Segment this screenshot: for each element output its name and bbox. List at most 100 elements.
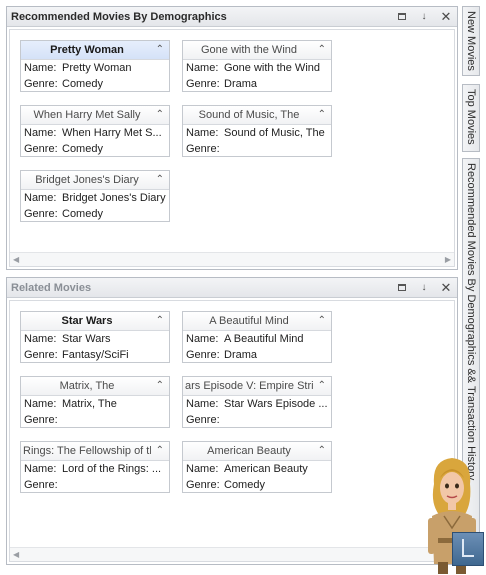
name-label: Name: <box>186 62 219 74</box>
horizontal-scrollbar[interactable]: ◀ ▶ <box>10 547 454 561</box>
card-title: Pretty Woman <box>50 44 124 56</box>
name-value: Bridget Jones's Diary <box>62 192 166 204</box>
chevron-up-icon[interactable]: ⌃ <box>156 174 164 185</box>
card-header[interactable]: A Beautiful Mind ⌃ <box>183 312 331 331</box>
scroll-left-icon[interactable]: ◀ <box>13 255 19 264</box>
chevron-up-icon[interactable]: ⌃ <box>156 380 164 391</box>
name-label: Name: <box>186 127 219 139</box>
card-header[interactable]: ars Episode V: Empire Strik ⌃ <box>183 377 331 396</box>
genre-label: Genre: <box>24 208 58 220</box>
card-title: Rings: The Fellowship of th <box>23 445 151 457</box>
panel-title: Related Movies <box>11 281 92 294</box>
name-label: Name: <box>24 62 57 74</box>
name-label: Name: <box>24 192 57 204</box>
name-label: Name: <box>24 398 57 410</box>
tab-label: Recommended Movies By Demographics && Tr… <box>465 163 477 481</box>
card-header[interactable]: When Harry Met Sally ⌃ <box>21 106 169 125</box>
panel-title: Recommended Movies By Demographics <box>11 10 227 23</box>
tab-label: Top Movies <box>465 89 477 145</box>
genre-label: Genre: <box>186 143 220 155</box>
card-header[interactable]: American Beauty ⌃ <box>183 442 331 461</box>
name-value: Star Wars Episode ... <box>224 398 328 410</box>
tab-top-movies[interactable]: Top Movies <box>462 84 480 152</box>
card-title: American Beauty <box>207 445 291 457</box>
recommended-panel-header[interactable]: Recommended Movies By Demographics ↓ ✕ <box>7 7 457 27</box>
genre-label: Genre: <box>186 78 220 90</box>
movie-card[interactable]: Gone with the Wind ⌃ Name: Gone with the … <box>182 40 332 92</box>
name-value: Pretty Woman <box>62 62 132 74</box>
chevron-up-icon[interactable]: ⌃ <box>318 109 326 120</box>
card-title: A Beautiful Mind <box>209 315 289 327</box>
pin-icon[interactable]: ↓ <box>413 279 435 297</box>
genre-value: Comedy <box>62 78 103 90</box>
movie-card[interactable]: Bridget Jones's Diary ⌃ Name: Bridget Jon… <box>20 170 170 222</box>
genre-label: Genre: <box>24 78 58 90</box>
name-value: Star Wars <box>62 333 111 345</box>
pin-icon[interactable]: ↓ <box>413 8 435 26</box>
horizontal-scrollbar[interactable]: ◀ ▶ <box>10 252 454 266</box>
card-title: Bridget Jones's Diary <box>35 174 139 186</box>
movie-card[interactable]: Rings: The Fellowship of th ⌃ Name: Lord … <box>20 441 170 493</box>
chevron-up-icon[interactable]: ⌃ <box>318 315 326 326</box>
card-title: When Harry Met Sally <box>33 109 141 121</box>
chevron-up-icon[interactable]: ⌃ <box>156 315 164 326</box>
close-icon[interactable]: ✕ <box>435 279 457 297</box>
genre-label: Genre: <box>24 414 58 426</box>
card-header[interactable]: Gone with the Wind ⌃ <box>183 41 331 60</box>
name-value: American Beauty <box>224 463 308 475</box>
chevron-up-icon[interactable]: ⌃ <box>318 445 326 456</box>
recommended-cards-area: Pretty Woman ⌃ Name: Pretty Woman Genre: C… <box>9 29 455 267</box>
card-header[interactable]: Rings: The Fellowship of th ⌃ <box>21 442 169 461</box>
name-label: Name: <box>186 333 219 345</box>
name-label: Name: <box>24 127 57 139</box>
card-title: Gone with the Wind <box>201 44 297 56</box>
name-value: Lord of the Rings: ... <box>62 463 162 475</box>
chevron-up-icon[interactable]: ⌃ <box>156 445 164 456</box>
chart-icon <box>462 539 474 557</box>
related-cards-area: Star Wars ⌃ Name: Star Wars Genre: Fantasy… <box>9 300 455 562</box>
name-label: Name: <box>186 463 219 475</box>
tab-label: New Movies <box>465 11 477 71</box>
genre-label: Genre: <box>24 479 58 491</box>
genre-value: Fantasy/SciFi <box>62 349 129 361</box>
name-value: When Harry Met S... <box>62 127 162 139</box>
name-value: Sound of Music, The <box>224 127 325 139</box>
close-icon[interactable]: ✕ <box>435 8 457 26</box>
movie-card[interactable]: American Beauty ⌃ Name: American Beauty G… <box>182 441 332 493</box>
genre-label: Genre: <box>186 479 220 491</box>
card-header[interactable]: Matrix, The ⌃ <box>21 377 169 396</box>
card-title: ars Episode V: Empire Strik <box>185 380 313 392</box>
card-header[interactable]: Star Wars ⌃ <box>21 312 169 331</box>
movie-card[interactable]: Star Wars ⌃ Name: Star Wars Genre: Fantasy… <box>20 311 170 363</box>
maximize-icon[interactable] <box>391 279 413 297</box>
movie-card[interactable]: When Harry Met Sally ⌃ Name: When Harry M… <box>20 105 170 157</box>
name-label: Name: <box>186 398 219 410</box>
name-value: A Beautiful Mind <box>224 333 304 345</box>
genre-label: Genre: <box>24 143 58 155</box>
chevron-up-icon[interactable]: ⌃ <box>318 380 326 391</box>
related-panel-header[interactable]: Related Movies ↓ ✕ <box>7 278 457 298</box>
genre-label: Genre: <box>186 349 220 361</box>
name-value: Matrix, The <box>62 398 117 410</box>
scroll-right-icon[interactable]: ▶ <box>445 255 451 264</box>
genre-value: Comedy <box>62 143 103 155</box>
maximize-icon[interactable] <box>391 8 413 26</box>
movie-card[interactable]: Matrix, The ⌃ Name: Matrix, The Genre: <box>20 376 170 428</box>
movie-card[interactable]: Pretty Woman ⌃ Name: Pretty Woman Genre: C… <box>20 40 170 92</box>
chevron-up-icon[interactable]: ⌃ <box>318 44 326 55</box>
card-header[interactable]: Bridget Jones's Diary ⌃ <box>21 171 169 190</box>
genre-label: Genre: <box>186 414 220 426</box>
card-title: Star Wars <box>61 315 113 327</box>
chevron-up-icon[interactable]: ⌃ <box>156 109 164 120</box>
movie-card[interactable]: Sound of Music, The ⌃ Name: Sound of Musi… <box>182 105 332 157</box>
movie-card[interactable]: ars Episode V: Empire Strik ⌃ Name: Star … <box>182 376 332 428</box>
tab-new-movies[interactable]: New Movies <box>462 6 480 76</box>
assistant-menu-button[interactable] <box>452 532 484 566</box>
card-header[interactable]: Sound of Music, The ⌃ <box>183 106 331 125</box>
name-label: Name: <box>24 333 57 345</box>
movie-card[interactable]: A Beautiful Mind ⌃ Name: A Beautiful Mind… <box>182 311 332 363</box>
scroll-left-icon[interactable]: ◀ <box>13 550 19 559</box>
chevron-up-icon[interactable]: ⌃ <box>156 44 164 55</box>
card-header[interactable]: Pretty Woman ⌃ <box>21 41 169 60</box>
genre-value: Comedy <box>224 479 265 491</box>
